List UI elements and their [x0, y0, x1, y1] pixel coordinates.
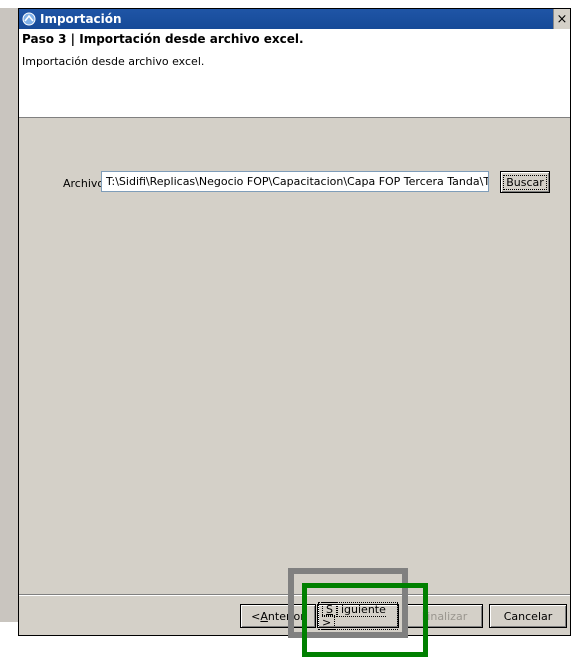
step-title: Paso 3 | Importación desde archivo excel… — [22, 32, 304, 46]
archivo-label: Archivo — [63, 177, 105, 190]
import-dialog: Importación × Paso 3 | Importación desde… — [18, 8, 571, 636]
anterior-pre: < — [251, 609, 261, 623]
title-bar[interactable]: Importación × — [19, 9, 570, 29]
green-highlight-box — [302, 583, 428, 657]
archivo-path-input[interactable]: T:\Sidifi\Replicas\Negocio FOP\Capacitac… — [101, 171, 489, 192]
anterior-mnemonic: A — [260, 609, 268, 623]
background-blank — [0, 622, 18, 657]
step-description: Importación desde archivo excel. — [22, 55, 205, 68]
cancelar-label: Cancelar — [503, 609, 553, 623]
wizard-header: Paso 3 | Importación desde archivo excel… — [19, 29, 570, 118]
window-title: Importación — [40, 12, 122, 26]
buscar-button[interactable]: Buscar — [500, 171, 550, 193]
background-window-edge — [0, 8, 19, 622]
cancelar-button[interactable]: Cancelar — [489, 604, 567, 628]
finalizar-label: Finalizar — [421, 609, 468, 623]
buscar-label: Buscar — [503, 174, 547, 190]
globe-arrow-icon — [22, 12, 36, 26]
close-icon[interactable]: × — [553, 9, 570, 29]
